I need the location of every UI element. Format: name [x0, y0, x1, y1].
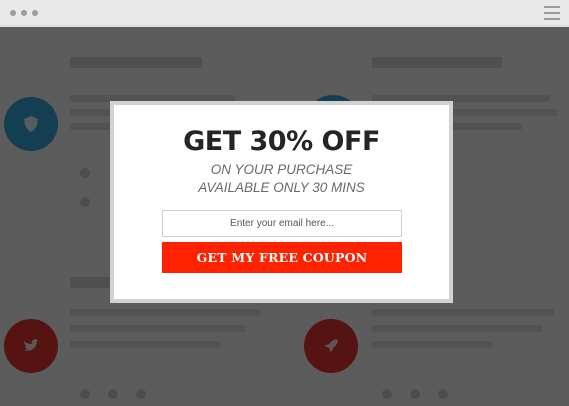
coupon-popup: GET 30% OFF ON YOUR PURCHASE AVAILABLE O…	[110, 101, 453, 303]
email-input[interactable]	[162, 210, 402, 237]
popup-subline: ON YOUR PURCHASE	[210, 162, 353, 177]
window-dot-icon[interactable]	[10, 10, 16, 16]
popup-headline: GET 30% OFF	[183, 126, 380, 157]
coupon-popup-body: GET 30% OFF ON YOUR PURCHASE AVAILABLE O…	[114, 105, 449, 299]
window-dot-icon[interactable]	[21, 10, 27, 16]
hamburger-menu-icon[interactable]	[544, 6, 560, 20]
browser-titlebar	[0, 0, 569, 26]
get-coupon-button[interactable]: GET MY FREE COUPON	[162, 242, 402, 273]
popup-subline: AVAILABLE ONLY 30 MINS	[198, 180, 365, 195]
window-dot-icon[interactable]	[32, 10, 38, 16]
